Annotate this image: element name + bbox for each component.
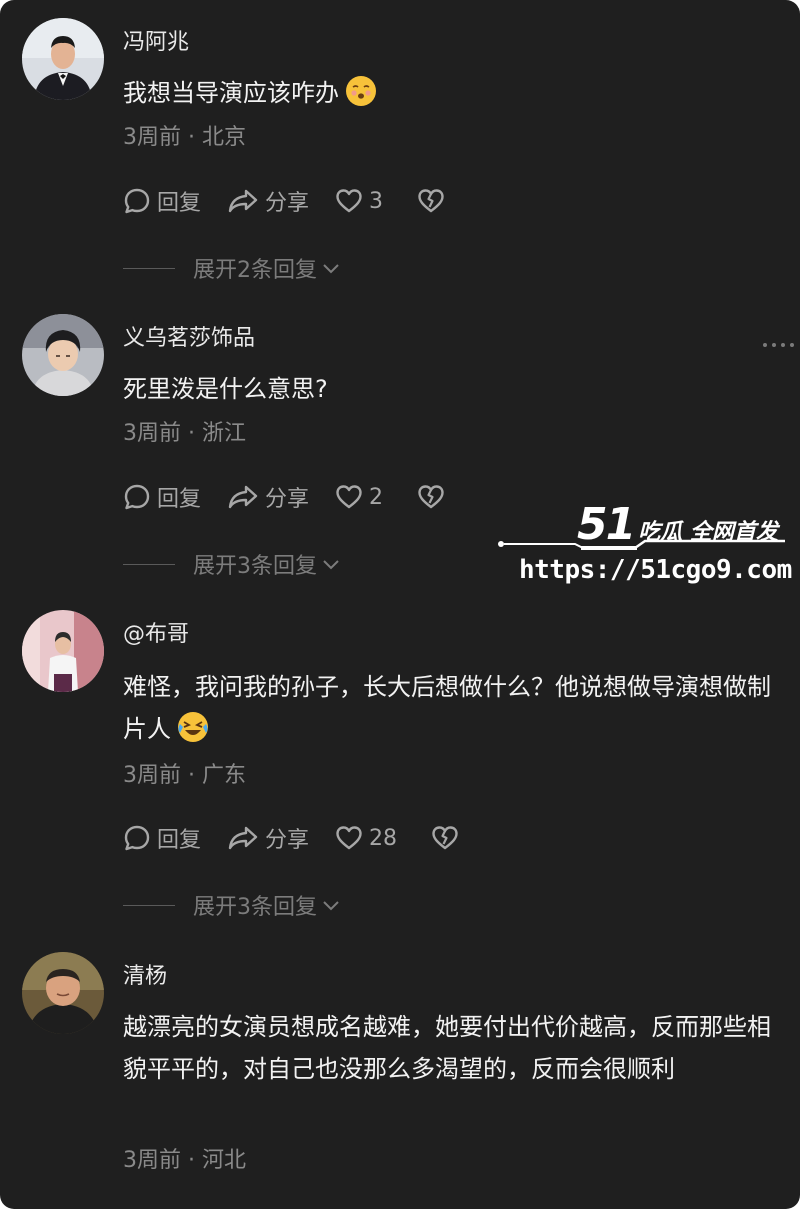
chevron-down-icon [323, 901, 339, 911]
reply-button[interactable]: 回复 [123, 822, 201, 854]
comment-text: 难怪，我问我的孙子，长大后想做什么？他说想做导演想做制片人 [123, 666, 793, 750]
like-count: 28 [369, 825, 398, 851]
laughing-crying-emoji [178, 712, 208, 742]
like-count: 2 [369, 484, 384, 510]
reply-button[interactable]: 回复 [123, 185, 201, 217]
more-options-icon[interactable] [763, 343, 794, 347]
expand-replies-button[interactable]: 展开3条回复 [123, 890, 341, 920]
comment-bubble-icon [124, 188, 150, 214]
share-button[interactable]: 分享 [227, 822, 309, 854]
username[interactable]: 清杨 [123, 964, 167, 990]
share-icon [228, 485, 258, 509]
heart-icon [336, 826, 362, 850]
dislike-button[interactable] [431, 825, 465, 851]
watermark-overlay: 51 吃瓜 全网首发 https://51cgo9.com [495, 497, 795, 597]
share-label: 分享 [265, 828, 310, 853]
expand-replies-button[interactable]: 展开2条回复 [123, 253, 341, 283]
shushing-face-emoji [346, 76, 376, 106]
divider-line [123, 267, 175, 269]
circuit-line-icon [498, 539, 785, 550]
comment-meta: 3周前 · 北京 [123, 125, 246, 150]
avatar[interactable] [22, 610, 104, 692]
heart-icon [336, 189, 362, 213]
comment-meta: 3周前 · 浙江 [123, 421, 246, 446]
comment-text: 死里泼是什么意思? [123, 368, 793, 410]
reply-label: 回复 [157, 487, 202, 512]
reply-label: 回复 [157, 191, 202, 216]
expand-label: 展开2条回复 [193, 258, 317, 283]
like-button[interactable]: 28 [335, 825, 397, 851]
share-label: 分享 [265, 487, 310, 512]
comment-actions: 回复 分享 2 [123, 480, 477, 514]
watermark-url: https://51cgo9.com [519, 555, 792, 585]
heart-icon [336, 485, 362, 509]
comment-text-content: 难怪，我问我的孙子，长大后想做什么？他说想做导演想做制片人 [123, 673, 771, 743]
reply-button[interactable]: 回复 [123, 481, 201, 513]
dislike-button[interactable] [417, 484, 451, 510]
divider-line [123, 563, 175, 565]
comment-actions: 回复 分享 28 [123, 821, 491, 855]
broken-heart-icon [432, 826, 458, 850]
comment-text-content: 死里泼是什么意思? [123, 375, 328, 403]
username[interactable]: 冯阿兆 [123, 30, 189, 56]
share-icon [228, 189, 258, 213]
reply-label: 回复 [157, 828, 202, 853]
comment-text: 我想当导演应该咋办 [123, 72, 793, 114]
expand-label: 展开3条回复 [193, 895, 317, 920]
share-icon [228, 826, 258, 850]
username[interactable]: 义乌茗莎饰品 [123, 326, 255, 352]
comment-text-content: 越漂亮的女演员想成名越难，她要付出代价越高，反而那些相貌平平的，对自己也没那么多… [123, 1013, 771, 1083]
chevron-down-icon [323, 264, 339, 274]
comment-list-screen: 冯阿兆 我想当导演应该咋办 3周前 · 北京 回复 分享 3 展开2条回复 义乌… [0, 0, 800, 1209]
comment-meta: 3周前 · 河北 [123, 1148, 246, 1173]
broken-heart-icon [418, 485, 444, 509]
avatar[interactable] [22, 18, 104, 100]
comment-bubble-icon [124, 484, 150, 510]
share-label: 分享 [265, 191, 310, 216]
share-button[interactable]: 分享 [227, 481, 309, 513]
expand-replies-button[interactable]: 展开3条回复 [123, 549, 341, 579]
like-button[interactable]: 2 [335, 484, 383, 510]
comment-meta: 3周前 · 广东 [123, 763, 246, 788]
username[interactable]: @布哥 [123, 622, 189, 648]
comment-text-content: 我想当导演应该咋办 [123, 79, 339, 107]
comment-bubble-icon [124, 825, 150, 851]
avatar[interactable] [22, 952, 104, 1034]
comment-text: 越漂亮的女演员想成名越难，她要付出代价越高，反而那些相貌平平的，对自己也没那么多… [123, 1006, 793, 1090]
divider-line [123, 904, 175, 906]
avatar[interactable] [22, 314, 104, 396]
like-count: 3 [369, 188, 384, 214]
dislike-button[interactable] [417, 188, 451, 214]
chevron-down-icon [323, 560, 339, 570]
comment-actions: 回复 分享 3 [123, 184, 477, 218]
like-button[interactable]: 3 [335, 188, 383, 214]
expand-label: 展开3条回复 [193, 554, 317, 579]
broken-heart-icon [418, 189, 444, 213]
share-button[interactable]: 分享 [227, 185, 309, 217]
